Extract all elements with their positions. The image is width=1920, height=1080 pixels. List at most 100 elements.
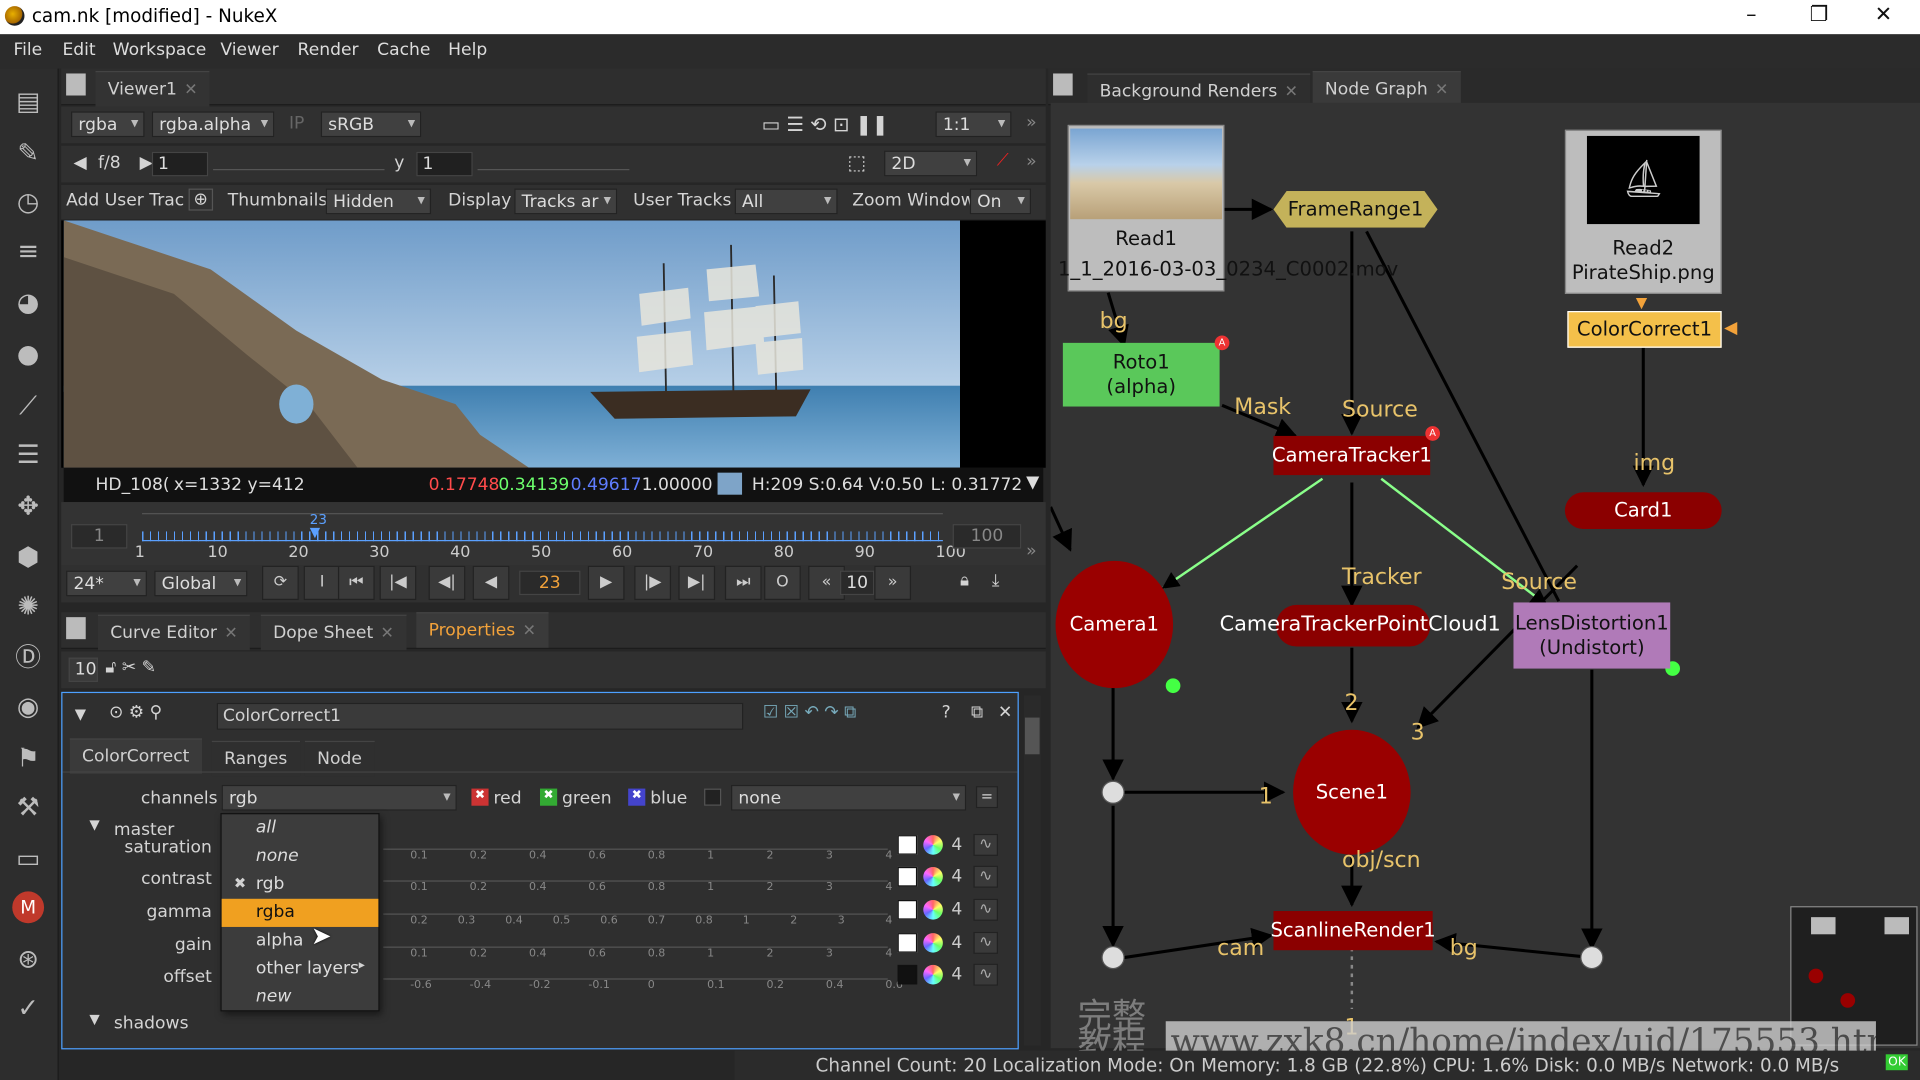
close-tab-icon[interactable]: ✕ bbox=[381, 624, 394, 642]
knob-color-swatch[interactable] bbox=[897, 835, 918, 855]
view-mode-dropdown[interactable]: 2D bbox=[884, 150, 978, 177]
node-framerange1[interactable]: FrameRange1 bbox=[1273, 191, 1438, 228]
gain-field[interactable]: 1 bbox=[151, 151, 209, 177]
close-tab-icon[interactable]: ✕ bbox=[184, 81, 197, 99]
prev-frame-icon[interactable]: ◀| bbox=[428, 565, 466, 601]
animation-curve-icon[interactable]: ∿ bbox=[973, 898, 998, 921]
color-wheel-icon[interactable] bbox=[923, 866, 943, 887]
tab-viewer1[interactable]: Viewer1 ✕ bbox=[95, 71, 210, 107]
last-frame-icon[interactable]: ⏭ bbox=[724, 565, 762, 601]
collapse-panel-icon[interactable]: ▼ bbox=[75, 705, 86, 722]
timeline-range[interactable] bbox=[142, 507, 943, 515]
thumbnails-dropdown[interactable]: Hidden bbox=[325, 188, 432, 215]
knob-slider[interactable] bbox=[383, 898, 888, 915]
menu-render[interactable]: Render bbox=[298, 40, 359, 60]
close-panel-icon[interactable]: ✕ bbox=[998, 703, 1012, 723]
gamma-slider[interactable] bbox=[477, 153, 630, 171]
color-tools-icon[interactable]: ◕ bbox=[12, 287, 44, 319]
master-collapse-icon[interactable]: ▼ bbox=[89, 817, 99, 833]
close-tab-icon[interactable]: ✕ bbox=[523, 622, 536, 640]
node-card1[interactable]: Card1 bbox=[1564, 492, 1722, 529]
color-wheel-icon[interactable] bbox=[923, 900, 943, 920]
float-panel-icon[interactable]: ⧉ bbox=[971, 703, 983, 723]
close-tab-icon[interactable]: ✕ bbox=[224, 624, 237, 642]
knob-slider[interactable] bbox=[383, 833, 888, 850]
channels-dropdown[interactable]: rgba bbox=[71, 111, 145, 138]
close-tab-icon[interactable]: ✕ bbox=[1435, 81, 1448, 99]
menu-item-new[interactable]: new bbox=[222, 983, 379, 1011]
particles-tools-icon[interactable]: ✺ bbox=[12, 590, 44, 622]
paint-brush-icon[interactable]: ⟋ bbox=[997, 151, 1009, 171]
first-frame-icon[interactable]: ⏮ bbox=[337, 565, 375, 601]
roi-icon[interactable]: ⬚ bbox=[847, 151, 866, 174]
minimize-button[interactable]: – bbox=[1746, 2, 1756, 26]
shadows-collapse-icon[interactable]: ▼ bbox=[89, 1011, 99, 1027]
knob-slider[interactable] bbox=[383, 962, 888, 980]
alpha-channel-dropdown[interactable]: rgba.alpha bbox=[151, 111, 275, 138]
animation-curve-icon[interactable]: ∿ bbox=[973, 931, 998, 954]
menu-edit[interactable]: Edit bbox=[62, 40, 95, 60]
next-frame-icon[interactable]: |▶ bbox=[634, 565, 672, 601]
frame-increment-field[interactable]: 10 bbox=[840, 570, 875, 596]
color-wheel-icon[interactable] bbox=[923, 933, 943, 953]
add-track-icon[interactable]: ⊕ bbox=[188, 188, 213, 211]
add-user-track-button[interactable]: Add User Trac bbox=[66, 191, 184, 211]
close-button[interactable]: ✕ bbox=[1875, 2, 1892, 26]
node-colorcorrect1[interactable]: ColorCorrect1 bbox=[1567, 311, 1722, 348]
furnace-icon[interactable]: ⊛ bbox=[12, 943, 44, 975]
properties-scrollbar[interactable] bbox=[1023, 695, 1041, 1046]
channel-count-button[interactable]: 4 bbox=[951, 867, 962, 887]
expand-chevron-icon[interactable]: » bbox=[1026, 113, 1037, 133]
skip-forward-icon[interactable]: » bbox=[874, 565, 912, 601]
menu-viewer[interactable]: Viewer bbox=[220, 40, 278, 60]
loop-mode-icon[interactable]: ⟳ bbox=[262, 565, 299, 601]
menu-item-other-layers[interactable]: other layers bbox=[222, 955, 379, 983]
menu-cache[interactable]: Cache bbox=[377, 40, 430, 60]
transform-tools-icon[interactable]: ✥ bbox=[12, 490, 44, 522]
panel-action-icons[interactable]: ☑ ☒ ↶ ↷ ⧉ bbox=[763, 703, 857, 723]
green-checkbox[interactable]: ✖ bbox=[540, 788, 558, 806]
metadata-tools-icon[interactable]: ⚑ bbox=[12, 742, 44, 774]
deep-tools-icon[interactable]: Ⓓ bbox=[12, 642, 44, 674]
red-checkbox[interactable]: ✖ bbox=[471, 788, 489, 806]
zoom-ratio-dropdown[interactable]: 1:1 bbox=[935, 111, 1012, 138]
user-tracks-dropdown[interactable]: All bbox=[734, 188, 838, 215]
tab-curve-editor[interactable]: Curve Editor ✕ bbox=[97, 614, 250, 651]
max-panels-field[interactable]: 10 bbox=[68, 657, 98, 683]
timeline-chevron-icon[interactable]: » bbox=[1026, 541, 1037, 561]
node-name-field[interactable]: ColorCorrect1 bbox=[216, 702, 744, 730]
channels-select[interactable]: rgb bbox=[221, 784, 457, 811]
knob-color-swatch[interactable] bbox=[897, 900, 918, 920]
export-icon[interactable]: ⤓ bbox=[992, 571, 1000, 591]
help-icon[interactable]: ? bbox=[942, 703, 951, 723]
draw-tools-icon[interactable]: ✎ bbox=[12, 137, 44, 169]
current-frame-field[interactable]: 23 bbox=[519, 570, 581, 596]
pane-menu-icon-2[interactable] bbox=[66, 617, 86, 640]
node-graph-canvas[interactable]: Read1 1_1_2016-03-03_0234_C0002.mov Fram… bbox=[1050, 102, 1920, 1049]
next-keyframe-icon[interactable]: ▶| bbox=[678, 565, 716, 601]
lock-icon[interactable]: 🔒︎ bbox=[960, 571, 969, 591]
merge-tools-icon[interactable]: ☰ bbox=[12, 438, 44, 470]
node-read2[interactable]: ⛵︎ Read2 PirateShip.png bbox=[1564, 129, 1722, 294]
extra-channel-checkbox[interactable] bbox=[704, 788, 722, 806]
blue-checkbox[interactable]: ✖ bbox=[628, 788, 646, 806]
gamma-field[interactable]: 1 bbox=[416, 151, 473, 177]
channel-count-button[interactable]: 4 bbox=[951, 900, 962, 920]
prev-arrow-icon[interactable]: ◀ bbox=[73, 153, 86, 173]
scrollbar-thumb[interactable] bbox=[1024, 717, 1040, 755]
playhead-icon[interactable]: ▼ bbox=[310, 524, 320, 540]
in-frame-field[interactable]: 1 bbox=[71, 524, 128, 549]
channel-count-button[interactable]: 4 bbox=[951, 933, 962, 953]
node-lensdistortion1[interactable]: LensDistortion1 (Undistort) bbox=[1513, 602, 1671, 669]
ip-toggle[interactable]: IP bbox=[289, 114, 304, 134]
pane-menu-icon-3[interactable] bbox=[1053, 73, 1073, 96]
prev-keyframe-icon[interactable]: |◀ bbox=[379, 565, 417, 601]
3d-tools-icon[interactable]: ⬢ bbox=[12, 541, 44, 573]
node-cameratracker1[interactable]: CameraTracker1 bbox=[1272, 435, 1432, 476]
knob-slider[interactable] bbox=[383, 931, 888, 948]
info-menu-icon[interactable]: ▼ bbox=[1026, 473, 1039, 493]
tab-properties[interactable]: Properties ✕ bbox=[416, 612, 549, 648]
out-point-icon[interactable]: O bbox=[764, 565, 801, 601]
out-frame-field[interactable]: 100 bbox=[952, 524, 1022, 549]
play-forward-icon[interactable]: ▶ bbox=[587, 565, 625, 601]
